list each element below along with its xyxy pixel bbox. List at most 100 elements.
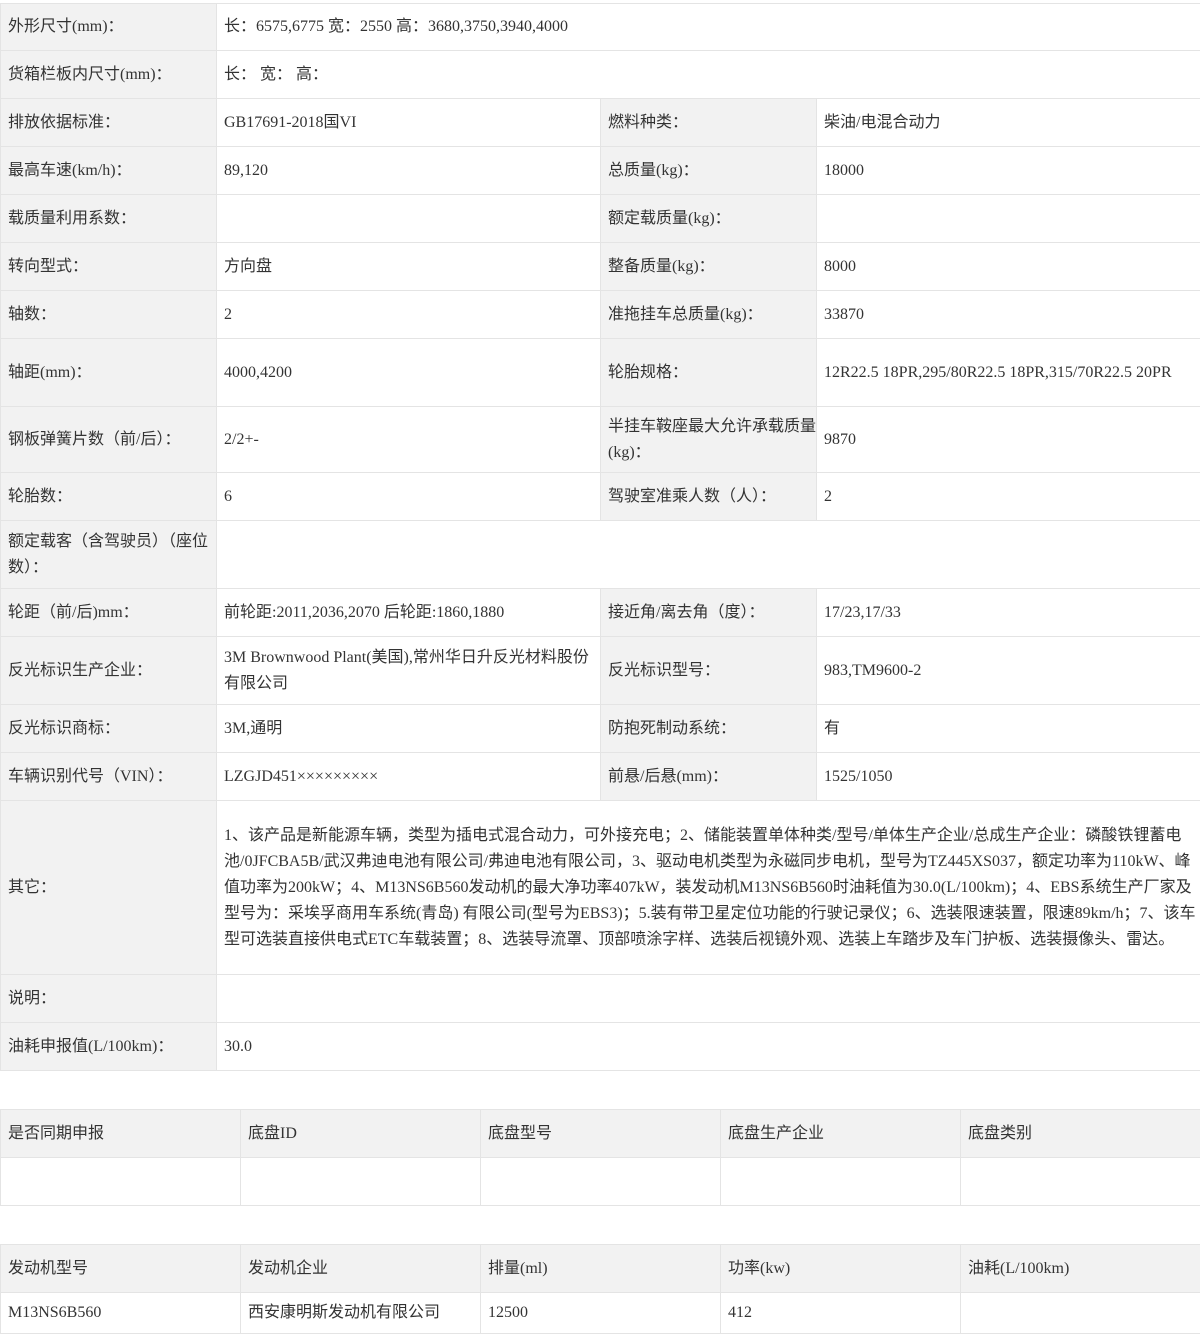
cargo-label: 货箱栏板内尺寸(mm)： [1,51,217,99]
wheelbase-label: 轴距(mm)： [1,339,217,407]
chassis-header-cell: 底盘型号 [481,1110,721,1158]
spec-row-tires: 轮胎数： 6 驾驶室准乘人数（人）： 2 [1,473,1200,521]
chassis-header-cell: 底盘生产企业 [721,1110,961,1158]
emission-value: GB17691-2018国VI [217,99,601,147]
leaf-spring-label: 钢板弹簧片数（前/后）： [1,407,217,473]
tire-count-label: 轮胎数： [1,473,217,521]
engine-header-cell: 功率(kw) [721,1245,961,1293]
spec-row-cargo: 货箱栏板内尺寸(mm)： 长： 宽： 高： [1,51,1200,99]
total-mass-label: 总质量(kg)： [601,147,817,195]
spec-row-dims: 外形尺寸(mm)： 长：6575,6775 宽：2550 高：3680,3750… [1,4,1200,51]
track-label: 轮距（前/后)mm： [1,589,217,637]
passengers-label: 额定载客（含驾驶员）（座位数）： [1,521,217,589]
note-label: 说明： [1,975,217,1023]
fuel-consumption-label: 油耗申报值(L/100km)： [1,1023,217,1071]
engine-header-row: 发动机型号 发动机企业 排量(ml) 功率(kw) 油耗(L/100km) [1,1245,1200,1293]
note-value [217,975,1200,1023]
spec-row-speed: 最高车速(km/h)： 89,120 总质量(kg)： 18000 [1,147,1200,195]
reflect-maker-label: 反光标识生产企业： [1,637,217,705]
spec-row-note: 说明： [1,975,1200,1023]
engine-header-cell: 发动机型号 [1,1245,241,1293]
section-gap [0,1206,1200,1244]
rated-load-value [817,195,1200,243]
reflect-brand-label: 反光标识商标： [1,705,217,753]
chassis-header-cell: 是否同期申报 [1,1110,241,1158]
engine-cell [961,1293,1200,1334]
curb-mass-value: 8000 [817,243,1200,291]
vin-label: 车辆识别代号（VIN）： [1,753,217,801]
cab-seats-label: 驾驶室准乘人数（人）： [601,473,817,521]
spec-row-load: 载质量利用系数： 额定载质量(kg)： [1,195,1200,243]
rated-load-label: 额定载质量(kg)： [601,195,817,243]
chassis-cell [1,1158,241,1206]
steering-value: 方向盘 [217,243,601,291]
spec-row-passengers: 额定载客（含驾驶员）（座位数）： [1,521,1200,589]
passengers-value [217,521,1200,589]
chassis-table: 是否同期申报 底盘ID 底盘型号 底盘生产企业 底盘类别 [0,1109,1200,1206]
fuel-consumption-value: 30.0 [217,1023,1200,1071]
cargo-value: 长： 宽： 高： [217,51,1200,99]
dims-label: 外形尺寸(mm)： [1,4,217,51]
chassis-header-row: 是否同期申报 底盘ID 底盘型号 底盘生产企业 底盘类别 [1,1110,1200,1158]
spec-row-leaf: 钢板弹簧片数（前/后）： 2/2+- 半挂车鞍座最大允许承载质量(kg)： 98… [1,407,1200,473]
engine-header-cell: 排量(ml) [481,1245,721,1293]
spec-row-steering: 转向型式： 方向盘 整备质量(kg)： 8000 [1,243,1200,291]
chassis-cell [241,1158,481,1206]
spec-row-vin: 车辆识别代号（VIN）： LZGJD451××××××××× 前悬/后悬(mm)… [1,753,1200,801]
fuel-type-label: 燃料种类： [601,99,817,147]
angle-value: 17/23,17/33 [817,589,1200,637]
spec-row-wheelbase: 轴距(mm)： 4000,4200 轮胎规格： 12R22.5 18PR,295… [1,339,1200,407]
vin-value: LZGJD451××××××××× [217,753,601,801]
overhang-value: 1525/1050 [817,753,1200,801]
spec-row-fuel-consumption: 油耗申报值(L/100km)： 30.0 [1,1023,1200,1071]
chassis-header-cell: 底盘类别 [961,1110,1200,1158]
vehicle-spec-table: 外形尺寸(mm)： 长：6575,6775 宽：2550 高：3680,3750… [0,3,1200,1071]
load-coef-label: 载质量利用系数： [1,195,217,243]
angle-label: 接近角/离去角（度）： [601,589,817,637]
load-coef-value [217,195,601,243]
trailer-mass-value: 33870 [817,291,1200,339]
other-label: 其它： [1,801,217,975]
spec-row-axles: 轴数： 2 准拖挂车总质量(kg)： 33870 [1,291,1200,339]
reflect-model-label: 反光标识型号： [601,637,817,705]
reflect-maker-value: 3M Brownwood Plant(美国),常州华日升反光材料股份有限公司 [217,637,601,705]
chassis-cell [721,1158,961,1206]
wheelbase-value: 4000,4200 [217,339,601,407]
engine-cell: M13NS6B560 [1,1293,241,1334]
trailer-mass-label: 准拖挂车总质量(kg)： [601,291,817,339]
chassis-data-row [1,1158,1200,1206]
chassis-cell [481,1158,721,1206]
saddle-load-value: 9870 [817,407,1200,473]
spec-row-reflect-brand: 反光标识商标： 3M,通明 防抱死制动系统： 有 [1,705,1200,753]
engine-cell: 12500 [481,1293,721,1334]
cab-seats-value: 2 [817,473,1200,521]
engine-header-cell: 油耗(L/100km) [961,1245,1200,1293]
axles-value: 2 [217,291,601,339]
saddle-load-label: 半挂车鞍座最大允许承载质量(kg)： [601,407,817,473]
emission-label: 排放依据标准： [1,99,217,147]
section-gap [0,1071,1200,1109]
chassis-cell [961,1158,1200,1206]
fuel-type-value: 柴油/电混合动力 [817,99,1200,147]
steering-label: 转向型式： [1,243,217,291]
spec-row-reflect-maker: 反光标识生产企业： 3M Brownwood Plant(美国),常州华日升反光… [1,637,1200,705]
abs-value: 有 [817,705,1200,753]
engine-cell: 412 [721,1293,961,1334]
abs-label: 防抱死制动系统： [601,705,817,753]
tire-spec-value: 12R22.5 18PR,295/80R22.5 18PR,315/70R22.… [817,339,1200,407]
engine-header-cell: 发动机企业 [241,1245,481,1293]
curb-mass-label: 整备质量(kg)： [601,243,817,291]
tire-spec-label: 轮胎规格： [601,339,817,407]
total-mass-value: 18000 [817,147,1200,195]
dims-value: 长：6575,6775 宽：2550 高：3680,3750,3940,4000 [217,4,1200,51]
tire-count-value: 6 [217,473,601,521]
track-value: 前轮距:2011,2036,2070 后轮距:1860,1880 [217,589,601,637]
engine-table: 发动机型号 发动机企业 排量(ml) 功率(kw) 油耗(L/100km) M1… [0,1244,1200,1334]
spec-row-track: 轮距（前/后)mm： 前轮距:2011,2036,2070 后轮距:1860,1… [1,589,1200,637]
engine-cell: 西安康明斯发动机有限公司 [241,1293,481,1334]
leaf-spring-value: 2/2+- [217,407,601,473]
chassis-header-cell: 底盘ID [241,1110,481,1158]
axles-label: 轴数： [1,291,217,339]
max-speed-value: 89,120 [217,147,601,195]
reflect-model-value: 983,TM9600-2 [817,637,1200,705]
